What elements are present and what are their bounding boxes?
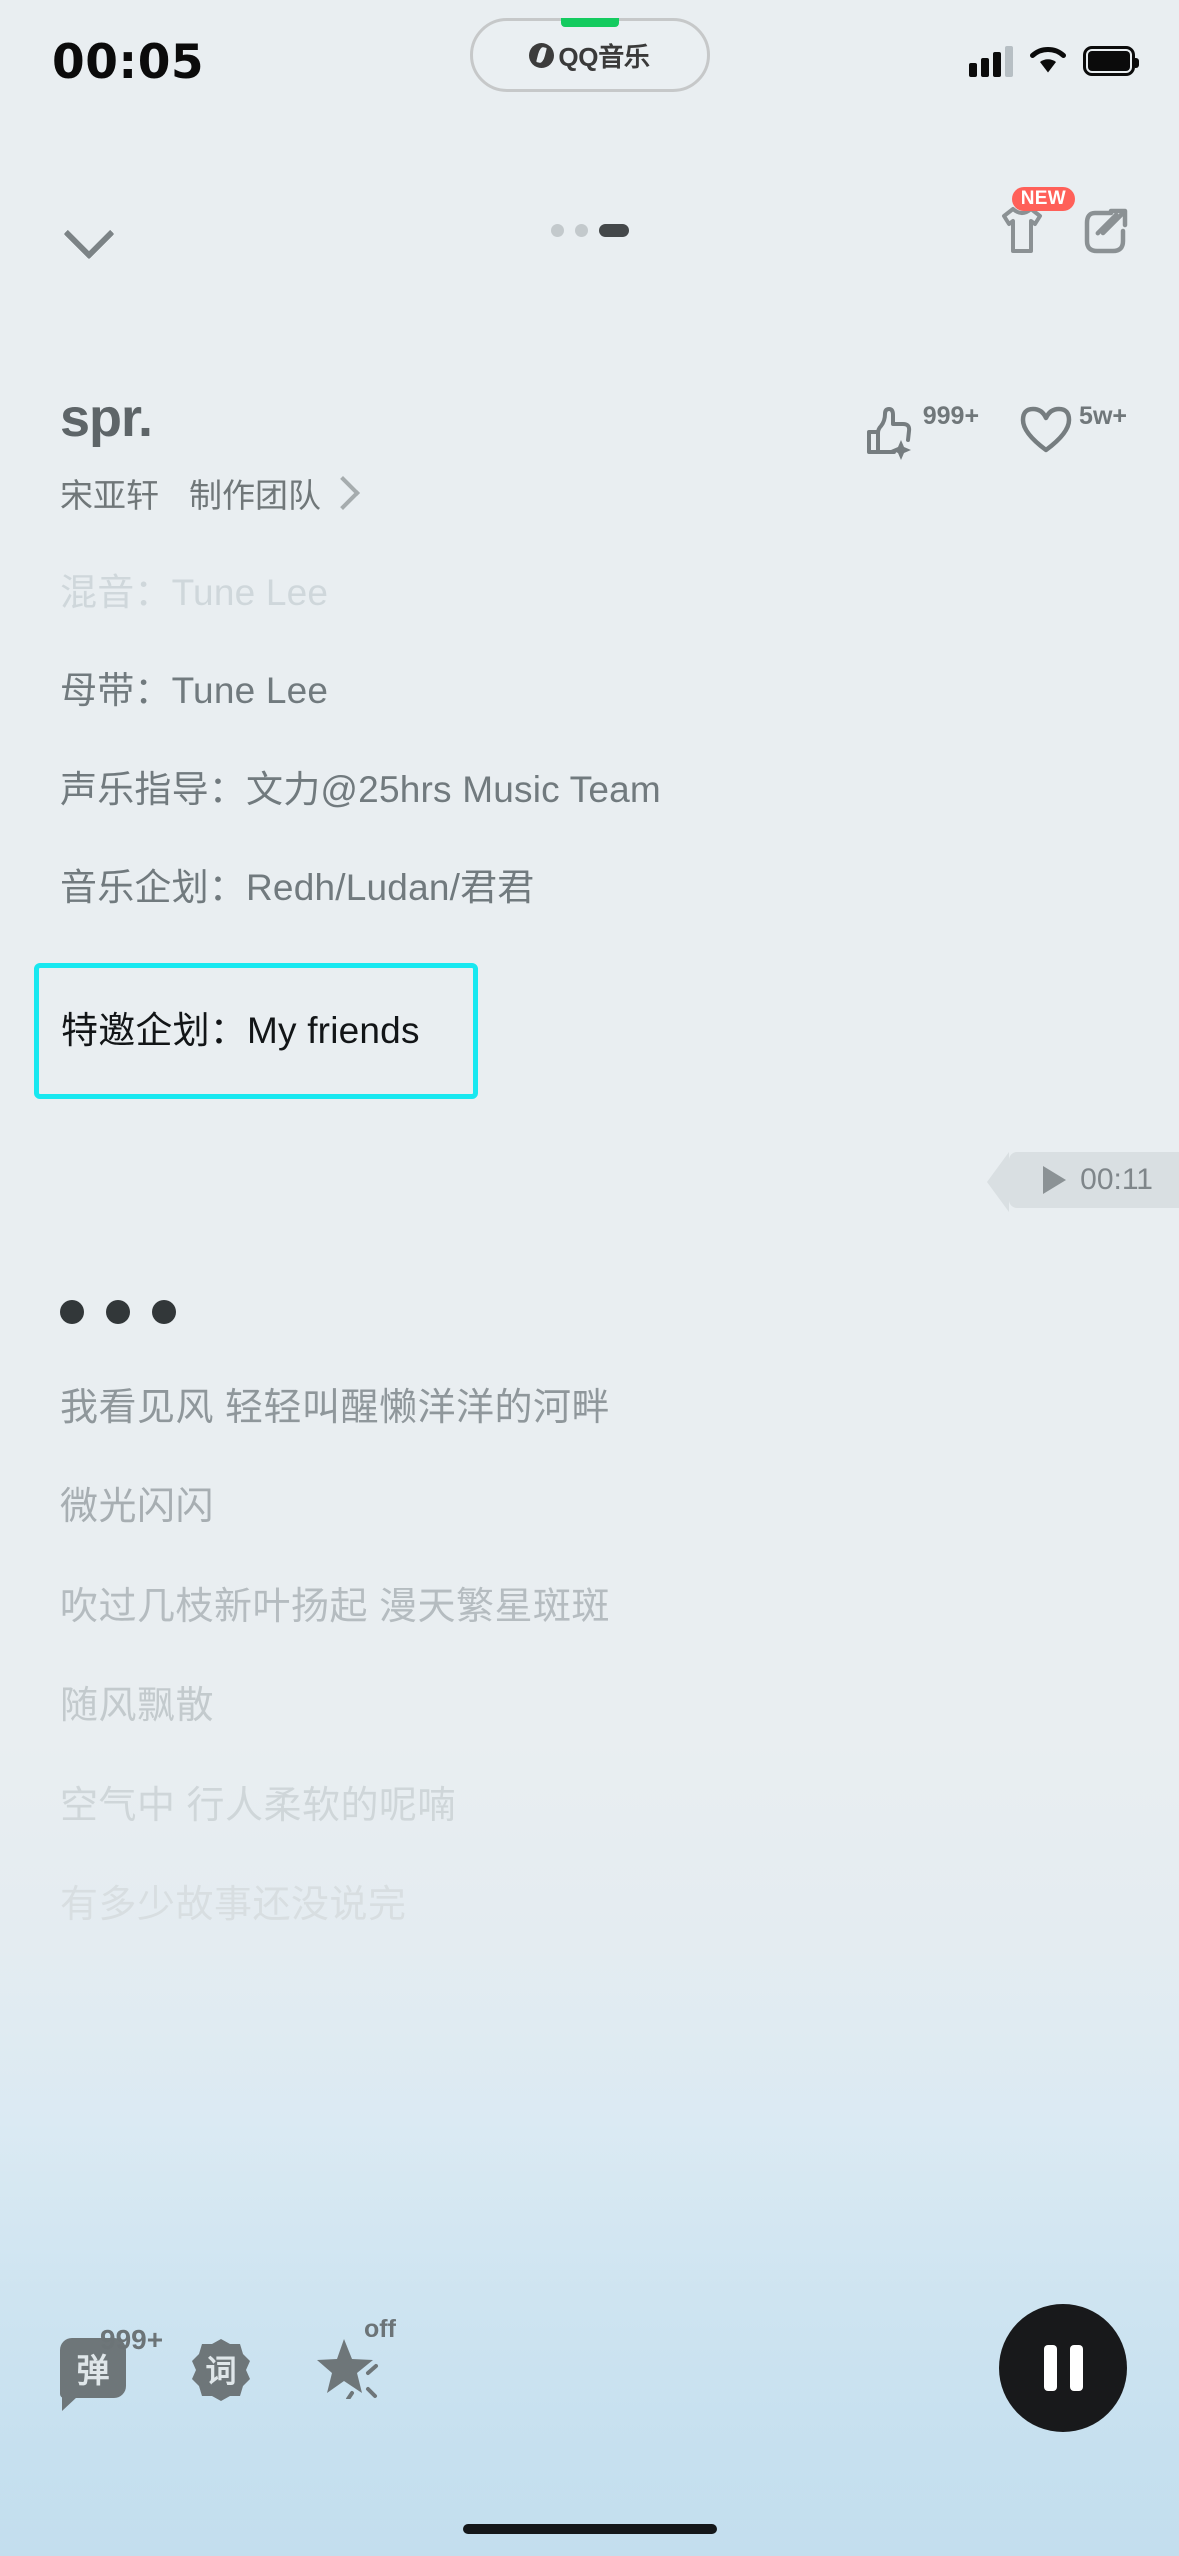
credits-list: 混音：Tune Lee 母带：Tune Lee 声乐指导：文力@25hrs Mu… <box>0 570 1179 1100</box>
lyrics-loading-dots <box>60 1300 1127 1324</box>
lyric-button[interactable]: 词 <box>188 2335 254 2401</box>
qq-music-logo-icon <box>529 42 555 68</box>
credit-label: 母带： <box>60 670 172 712</box>
credit-value: Redh/Ludan/君君 <box>246 866 535 908</box>
tshirt-skin-button[interactable]: NEW <box>991 187 1075 261</box>
home-indicator[interactable] <box>462 2524 717 2534</box>
credit-label: 特邀企划： <box>61 1010 247 1051</box>
lyric-line[interactable]: 我看见风 轻轻叫醒懒洋洋的河畔 <box>60 1384 1127 1433</box>
status-bar-clock: 00:05 <box>52 34 205 90</box>
highlighted-credit-row[interactable]: 特邀企划：My friends <box>34 963 478 1100</box>
credit-value: 文力@25hrs Music Team <box>246 768 661 810</box>
lyric-icon-label-wrap: 词 <box>188 2335 254 2401</box>
production-team-label: 制作团队 <box>189 476 321 514</box>
song-artist-row: 宋亚轩 制作团队 <box>60 469 859 517</box>
page-indicator <box>550 223 629 237</box>
play-icon <box>1043 1166 1067 1194</box>
island-green-indicator <box>560 18 619 27</box>
credit-value: Tune Lee <box>171 572 329 613</box>
heart-icon <box>1020 406 1072 453</box>
chevron-down-icon[interactable] <box>60 202 116 258</box>
credit-row-music-planning[interactable]: 音乐企划：Redh/Ludan/君君 <box>60 865 1127 911</box>
status-bar-indicators <box>969 45 1139 77</box>
lyric-line[interactable]: 随风飘散 <box>60 1682 1127 1731</box>
credit-label: 声乐指导： <box>60 768 246 810</box>
status-bar: 00:05 QQ音乐 <box>0 0 1179 118</box>
favorite-button[interactable]: 5w+ <box>1015 400 1127 458</box>
lyric-line[interactable]: 有多少故事还没说完 <box>60 1881 1127 1930</box>
danmu-button[interactable]: 弹 999+ <box>60 2324 163 2411</box>
loading-dot-1 <box>60 1300 84 1324</box>
favorite-count: 5w+ <box>1079 402 1127 430</box>
seek-time-label: 00:11 <box>1080 1163 1153 1196</box>
song-stats: 999+ 5w+ <box>859 390 1127 462</box>
credit-row-mixing[interactable]: 混音：Tune Lee <box>60 570 1127 616</box>
page-dot-2[interactable] <box>574 223 588 237</box>
song-meta: spr. 宋亚轩 制作团队 <box>60 390 859 517</box>
lyric-line[interactable]: 微光闪闪 <box>60 1483 1127 1532</box>
credit-row-vocal-coach[interactable]: 声乐指导：文力@25hrs Music Team <box>60 767 1127 813</box>
page-dot-1[interactable] <box>550 223 564 237</box>
new-badge: NEW <box>1011 187 1075 211</box>
thumbs-up-sparkle-icon <box>866 407 911 460</box>
lyric-label: 词 <box>205 2353 237 2389</box>
page-title: spr. <box>60 388 153 448</box>
share-icon[interactable] <box>1077 199 1135 261</box>
navbar-actions: NEW <box>991 187 1135 261</box>
chevron-right-icon <box>326 475 360 510</box>
cellular-signal-icon <box>969 45 1013 77</box>
production-team-link[interactable]: 制作团队 <box>189 469 360 517</box>
danmu-count: 999+ <box>100 2324 164 2355</box>
song-header: spr. 宋亚轩 制作团队 999+ 5w+ <box>0 390 1179 517</box>
like-count: 999+ <box>922 402 980 430</box>
pause-bar-right <box>1069 2345 1083 2391</box>
credit-row-mastering[interactable]: 母带：Tune Lee <box>60 668 1127 714</box>
credit-label: 混音： <box>60 572 172 613</box>
player-navbar: NEW <box>0 180 1179 280</box>
lyric-line[interactable]: 吹过几枝新叶扬起 漫天繁星斑斑 <box>60 1583 1127 1632</box>
island-app-label: QQ音乐 <box>558 41 650 72</box>
pause-button[interactable] <box>999 2304 1127 2432</box>
wifi-icon <box>1030 47 1066 73</box>
pause-bar-left <box>1043 2345 1057 2391</box>
lyric-seek-time-pill[interactable]: 00:11 <box>987 1152 1179 1212</box>
battery-icon <box>1083 46 1139 76</box>
dynamic-island-qq-music[interactable]: QQ音乐 <box>469 18 710 92</box>
credit-row-special-planning: 特邀企划：My friends <box>61 1008 473 1054</box>
bottom-bar-actions: 弹 999+ 词 off <box>60 2315 396 2411</box>
like-button[interactable]: 999+ <box>859 400 979 462</box>
artist-name[interactable]: 宋亚轩 <box>60 469 159 517</box>
credit-value: My friends <box>247 1010 420 1051</box>
effect-state-label: off <box>364 2314 396 2343</box>
lyric-line[interactable]: 空气中 行人柔软的呢喃 <box>60 1782 1127 1831</box>
loading-dot-3 <box>152 1300 176 1324</box>
loading-dot-2 <box>106 1300 130 1324</box>
effect-button[interactable]: off <box>316 2315 396 2404</box>
page-dot-3-active[interactable] <box>598 223 629 237</box>
credit-label: 音乐企划： <box>60 866 246 908</box>
credit-value: Tune Lee <box>171 670 329 712</box>
music-player-screen: 00:05 QQ音乐 NEW spr. 宋亚轩 制作团队 999+ 5w+ 混音… <box>0 0 1179 2556</box>
player-bottom-bar: 弹 999+ 词 off <box>0 2288 1179 2448</box>
lyrics-panel: 我看见风 轻轻叫醒懒洋洋的河畔 微光闪闪 吹过几枝新叶扬起 漫天繁星斑斑 随风飘… <box>0 1300 1179 1980</box>
